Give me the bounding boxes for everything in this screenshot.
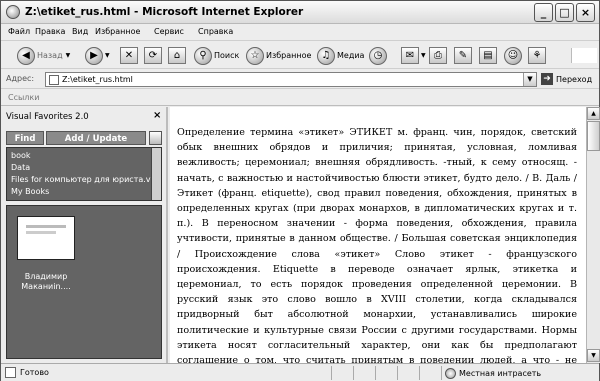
- window-title: Z:\etiket_rus.html - Microsoft Internet …: [25, 6, 304, 18]
- status-divider: [397, 366, 398, 380]
- security-zone: Местная интрасеть: [445, 368, 541, 379]
- discuss-icon: ▤: [479, 47, 497, 64]
- back-dropdown-icon[interactable]: ▼: [66, 52, 71, 59]
- scrollbar-thumb[interactable]: [587, 121, 600, 151]
- title-bar[interactable]: Z:\etiket_rus.html - Microsoft Internet …: [1, 1, 599, 24]
- media-icon: ♫: [317, 46, 335, 65]
- close-button[interactable]: ×: [576, 3, 595, 22]
- favorites-star-icon: ☆: [246, 46, 264, 65]
- discuss-button[interactable]: ▤: [479, 45, 499, 66]
- links-label[interactable]: Ссылки: [8, 93, 39, 102]
- zone-label: Местная интрасеть: [459, 369, 542, 378]
- research-icon: ⚘: [528, 47, 546, 64]
- stop-button[interactable]: ✕: [120, 45, 140, 66]
- scroll-down-icon[interactable]: ▼: [587, 349, 600, 362]
- intranet-zone-icon: [445, 368, 456, 379]
- back-label: Назад: [37, 51, 63, 60]
- menu-tools[interactable]: Сервис: [154, 27, 184, 36]
- calendar-icon[interactable]: [149, 131, 162, 145]
- status-text: Готово: [20, 368, 49, 377]
- list-item[interactable]: Data: [11, 163, 30, 172]
- ie-app-icon: [6, 5, 20, 19]
- minimize-button[interactable]: _: [534, 3, 553, 22]
- home-button[interactable]: ⌂: [168, 45, 188, 66]
- stop-icon: ✕: [120, 47, 138, 64]
- menu-view[interactable]: Вид: [72, 27, 88, 36]
- back-button[interactable]: ◀ Назад ▼: [17, 45, 70, 66]
- go-button[interactable]: ➜ Переход: [541, 73, 592, 85]
- address-label: Адрес:: [6, 74, 35, 83]
- list-item[interactable]: book: [11, 151, 31, 160]
- document-text: Определение термина «этикет» ЭТИКЕТ м. ф…: [177, 127, 577, 363]
- mail-button[interactable]: ✉ ▼: [401, 45, 426, 66]
- menu-help[interactable]: Справка: [198, 27, 233, 36]
- status-divider: [441, 366, 442, 380]
- list-item[interactable]: Files for компьютер для юриста.vmm: [11, 175, 161, 184]
- status-divider: [331, 366, 332, 380]
- forward-icon: ▶: [85, 46, 103, 65]
- status-divider: [375, 366, 376, 380]
- status-page-icon: [5, 367, 16, 378]
- search-label: Поиск: [214, 51, 240, 60]
- thumbnail-label[interactable]: Владимир Маканиin....: [13, 272, 79, 292]
- menu-file[interactable]: Файл: [8, 27, 30, 36]
- search-button[interactable]: ⚲ Поиск: [194, 45, 239, 66]
- add-update-button[interactable]: Add / Update: [46, 131, 146, 145]
- refresh-button[interactable]: ⟳: [144, 45, 164, 66]
- media-button[interactable]: ♫ Медиа: [317, 45, 364, 66]
- list-item[interactable]: My Books: [11, 187, 49, 196]
- links-bar: Ссылки: [1, 89, 599, 106]
- find-button[interactable]: Find: [6, 131, 44, 145]
- address-bar: Адрес: Z:\etiket_rus.html ▼ ➜ Переход: [1, 69, 599, 89]
- home-icon: ⌂: [168, 47, 186, 64]
- mail-dropdown-icon[interactable]: ▼: [421, 52, 426, 59]
- address-value: Z:\etiket_rus.html: [62, 75, 133, 84]
- panel-close-button[interactable]: ×: [153, 110, 161, 121]
- thumbnail-text-line: [26, 225, 66, 228]
- favorites-label: Избранное: [266, 51, 312, 60]
- back-icon: ◀: [17, 46, 35, 65]
- messenger-button[interactable]: ☺: [504, 45, 524, 66]
- page-icon: [49, 75, 59, 85]
- go-label: Переход: [556, 74, 593, 84]
- forward-button[interactable]: ▶ ▼: [85, 45, 110, 66]
- scroll-up-icon[interactable]: ▲: [587, 107, 600, 120]
- refresh-icon: ⟳: [144, 47, 162, 64]
- list-scrollbar[interactable]: [151, 148, 161, 200]
- print-button[interactable]: ⎙: [429, 45, 449, 66]
- print-icon: ⎙: [429, 47, 447, 64]
- menu-favorites[interactable]: Избранное: [95, 27, 140, 36]
- panel-title: Visual Favorites 2.0: [6, 112, 89, 122]
- media-label: Медиа: [337, 51, 365, 60]
- edit-icon: ✎: [454, 47, 472, 64]
- edit-button[interactable]: ✎: [454, 45, 474, 66]
- forward-dropdown-icon[interactable]: ▼: [105, 52, 110, 59]
- page-thumbnail[interactable]: [17, 216, 75, 260]
- go-arrow-icon: ➜: [541, 73, 553, 85]
- thumbnail-text-line: [26, 231, 56, 234]
- favorites-folder-list[interactable]: book Data Files for компьютер для юриста…: [6, 147, 162, 201]
- menu-edit[interactable]: Правка: [35, 27, 65, 36]
- status-bar: Готово Местная интрасеть: [1, 363, 599, 381]
- thumbnail-area: Владимир Маканиin....: [6, 205, 162, 359]
- search-icon: ⚲: [194, 46, 212, 65]
- research-button[interactable]: ⚘: [528, 45, 548, 66]
- standard-toolbar: ◀ Назад ▼ ▶ ▼ ✕ ⟳ ⌂ ⚲ Поиск ☆ Избранное …: [1, 42, 599, 69]
- visual-favorites-panel: Visual Favorites 2.0 × Find Add / Update…: [1, 107, 168, 363]
- messenger-icon: ☺: [504, 46, 522, 65]
- address-input[interactable]: Z:\etiket_rus.html ▼: [45, 72, 537, 87]
- status-divider: [353, 366, 354, 380]
- page-content: Определение термина «этикет» ЭТИКЕТ м. ф…: [170, 107, 586, 363]
- address-dropdown-icon[interactable]: ▼: [523, 73, 536, 86]
- maximize-button[interactable]: □: [555, 3, 574, 22]
- browser-window: Z:\etiket_rus.html - Microsoft Internet …: [0, 0, 600, 381]
- favorites-button[interactable]: ☆ Избранное: [246, 45, 311, 66]
- menu-bar: Файл Правка Вид Избранное Сервис Справка: [1, 24, 599, 63]
- vertical-scrollbar[interactable]: ▲ ▼: [586, 107, 600, 363]
- mail-icon: ✉: [401, 47, 419, 64]
- history-icon: ◷: [369, 46, 387, 65]
- status-divider: [419, 366, 420, 380]
- history-button[interactable]: ◷: [369, 45, 389, 66]
